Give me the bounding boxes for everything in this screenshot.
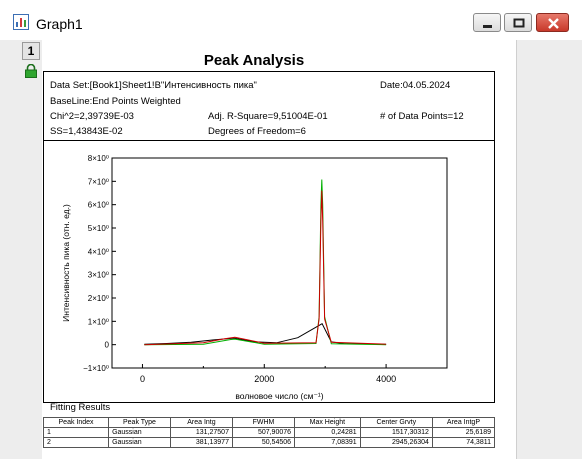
table-cell: 2 (42, 437, 110, 448)
data-points-label: # of Data Points=12 (380, 111, 464, 122)
report-title: Peak Analysis (203, 52, 305, 69)
date-label: Date:04.05.2024 (380, 80, 451, 91)
table-cell: 1517,30312 (359, 427, 433, 438)
layer-gutter (0, 40, 43, 459)
table-cell: 50,54506 (231, 437, 296, 448)
window-titlebar: Graph1 (0, 0, 582, 41)
table-cell: 131,27507 (169, 427, 233, 438)
fitting-results-title: Fitting Results (50, 402, 111, 413)
lock-icon[interactable] (24, 64, 38, 78)
ss-label: SS=1,43843E-02 (50, 126, 123, 137)
table-cell: 0,24281 (294, 427, 361, 438)
graph-window-icon (13, 14, 29, 30)
table-cell: Gaussian (108, 427, 171, 438)
col-header: Center Grvty (359, 417, 433, 428)
plot-frame (43, 141, 495, 403)
table-row: 1 Gaussian 131,27507 507,90076 0,24281 1… (42, 427, 496, 438)
minimize-icon (483, 25, 492, 28)
maximize-button[interactable] (504, 13, 532, 32)
window-title: Graph1 (36, 16, 83, 32)
table-header-row: Peak Index Peak Type Area Intg FWHM Max … (42, 417, 496, 428)
table-cell: 381,13977 (169, 437, 233, 448)
col-header: FWHM (231, 417, 296, 428)
col-header: Peak Type (108, 417, 171, 428)
col-header: Max Height (294, 417, 361, 428)
maximize-icon (513, 18, 525, 28)
fitting-results-table: Peak Index Peak Type Area Intg FWHM Max … (42, 417, 496, 448)
table-cell: 1 (42, 427, 110, 438)
table-cell: 25,6189 (431, 427, 496, 438)
col-header: Area IntgP (431, 417, 496, 428)
close-button[interactable] (536, 13, 569, 32)
chi2-label: Chi^2=2,39739E-03 (50, 111, 134, 122)
table-cell: Gaussian (108, 437, 171, 448)
adj-r2-label: Adj. R-Square=9,51004E-01 (208, 111, 328, 122)
table-cell: 2945,26304 (359, 437, 433, 448)
table-row: 2 Gaussian 381,13977 50,54506 7,08391 29… (42, 437, 496, 448)
minimize-button[interactable] (473, 13, 501, 32)
dof-label: Degrees of Freedom=6 (208, 126, 306, 137)
page-gutter-right (516, 40, 582, 459)
dataset-label: Data Set:[Book1]Sheet1!B"Интенсивность п… (50, 80, 257, 91)
table-cell: 507,90076 (231, 427, 296, 438)
layer-tab[interactable]: 1 (22, 42, 40, 60)
table-cell: 7,08391 (294, 437, 361, 448)
col-header: Peak Index (42, 417, 110, 428)
table-cell: 74,3811 (431, 437, 496, 448)
col-header: Area Intg (169, 417, 233, 428)
close-icon (548, 18, 559, 29)
baseline-label: BaseLine:End Points Weighted (50, 96, 181, 107)
